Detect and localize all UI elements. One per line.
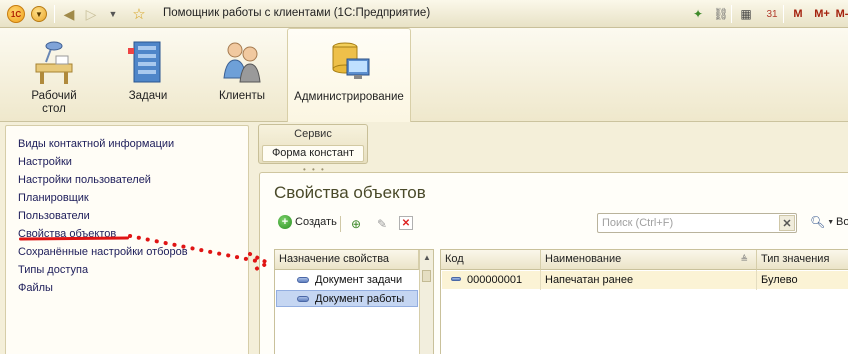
dropdown-arrow-icon: ▼ <box>108 9 118 19</box>
scroll-thumb[interactable] <box>422 270 431 282</box>
section-desktop[interactable]: Рабочий стол <box>14 28 94 122</box>
create-button[interactable]: + Создать <box>278 215 337 229</box>
section-administration[interactable]: Администрирование <box>287 28 411 122</box>
close-icon: ✕ <box>401 217 411 229</box>
chevron-down-icon: ▼ <box>827 218 835 226</box>
administration-icon <box>332 42 370 79</box>
nav-item-access-types[interactable]: Типы доступа <box>18 264 88 276</box>
calendar-icon: 31 <box>766 8 778 20</box>
section-label: Клиенты <box>218 90 266 102</box>
property-group-icon <box>297 277 309 283</box>
link-icon: ⛓ <box>713 7 729 21</box>
sections-panel: Рабочий стол Задачи Клиенты Администриро… <box>0 28 848 122</box>
scrollbar[interactable]: ▲ <box>419 250 433 354</box>
more-actions-button[interactable]: Во <box>836 216 848 228</box>
section-label: Задачи <box>128 90 168 102</box>
calculator-button[interactable]: ▦ <box>736 4 756 24</box>
toolbar-separator <box>340 216 341 232</box>
nav-item-settings[interactable]: Настройки <box>18 156 72 168</box>
property-assignment-table[interactable]: Назначение свойства ▲ Документ задачи До… <box>274 249 434 354</box>
section-label: Рабочий стол <box>31 90 77 115</box>
window-title: Помощник работы с клиентами (1С:Предприя… <box>163 7 431 19</box>
nav-item-contact-info-kinds[interactable]: Виды контактной информации <box>18 138 174 150</box>
clients-icon <box>223 42 261 83</box>
create-button-label: Создать <box>295 216 337 228</box>
search-placeholder: Поиск (Ctrl+F) <box>602 217 674 229</box>
column-header-code[interactable]: Код <box>441 250 541 270</box>
section-label: Администрирование <box>294 91 404 103</box>
app-logo-1c[interactable]: 1С <box>4 4 28 24</box>
element-icon <box>451 277 461 281</box>
section-clients[interactable]: Клиенты <box>200 28 284 122</box>
nav-item-users[interactable]: Пользователи <box>18 210 90 222</box>
nav-item-scheduler[interactable]: Планировщик <box>18 192 89 204</box>
plus-icon: + <box>278 215 292 229</box>
memory-button[interactable]: M <box>790 4 806 24</box>
star-icon: ☆ <box>132 6 146 23</box>
open-forms-panel: Сервис Форма констант <box>258 124 368 164</box>
memory-minus-button[interactable]: M- <box>836 4 848 24</box>
back-button[interactable]: ◀ <box>60 4 78 24</box>
memory-plus-button[interactable]: M+ <box>812 4 832 24</box>
properties-table[interactable]: Код Наименование ≜ Тип значения 00000000… <box>440 249 848 354</box>
open-forms-header: Сервис <box>294 128 332 140</box>
pencil-icon: ✎ <box>376 217 388 231</box>
desktop-icon <box>35 41 73 84</box>
cell-value-type: Булево <box>761 274 798 286</box>
copy-button[interactable]: ⊕ <box>348 216 364 232</box>
open-form-tab-constants[interactable]: Форма констант <box>262 145 364 162</box>
toolbar-separator <box>54 5 55 23</box>
links-button[interactable]: ⛓ <box>711 4 731 24</box>
cell-code: 000000001 <box>467 274 523 286</box>
forward-button[interactable]: ▷ <box>82 4 100 24</box>
row-label: Документ работы <box>315 293 405 305</box>
main-menu-button[interactable]: ▼ <box>30 4 48 24</box>
column-header-name[interactable]: Наименование ≜ <box>541 250 757 270</box>
history-menu-button[interactable]: ▼ <box>106 4 120 24</box>
section-tasks[interactable]: Задачи <box>108 28 188 122</box>
form-toolbar: + Создать ⊕ ✎ ✕ Поиск (Ctrl+F) ✕ 🔍︎ ▼ Во <box>274 213 848 235</box>
arrow-right-icon: ▷ <box>85 5 97 22</box>
star-add-icon: ✦ <box>692 7 704 21</box>
title-bar: 1С ▼ ◀ ▷ ▼ ☆ Помощник работы с клиентами… <box>0 0 848 28</box>
arrow-left-icon: ◀ <box>63 5 75 22</box>
edit-button[interactable]: ✎ <box>374 216 390 232</box>
copy-add-icon: ⊕ <box>350 217 362 231</box>
column-header-value-type[interactable]: Тип значения <box>757 250 848 270</box>
close-icon: ✕ <box>782 217 792 230</box>
scroll-up-icon[interactable]: ▲ <box>423 253 431 262</box>
column-header-assignment[interactable]: Назначение свойства <box>275 250 419 270</box>
navigation-panel: Виды контактной информации Настройки Нас… <box>5 125 249 354</box>
cell-name: Напечатан ранее <box>545 274 634 286</box>
toolbar-separator <box>731 5 732 23</box>
search-button[interactable]: 🔍︎ ▼ <box>810 215 834 229</box>
search-clear-button[interactable]: ✕ <box>779 215 795 231</box>
favorites-button[interactable]: ☆ <box>130 4 148 24</box>
add-favorite-button[interactable]: ✦ <box>688 4 708 24</box>
nav-item-saved-filter-settings[interactable]: Сохранённые настройки отборов <box>18 246 188 258</box>
delete-button[interactable]: ✕ <box>399 216 413 230</box>
calendar-button[interactable]: 31 <box>762 4 782 24</box>
logo-1c-icon: 1С <box>7 5 25 23</box>
nav-item-files[interactable]: Файлы <box>18 282 53 294</box>
property-group-icon <box>297 296 309 302</box>
row-label: Документ задачи <box>315 274 403 286</box>
object-properties-form: Свойства объектов + Создать ⊕ ✎ ✕ Поиск … <box>259 172 848 354</box>
calculator-icon: ▦ <box>740 7 752 21</box>
nav-item-user-settings[interactable]: Настройки пользователей <box>18 174 151 186</box>
magnifier-icon: 🔍︎ <box>810 215 826 229</box>
chevron-down-icon: ▼ <box>31 6 47 22</box>
column-divider <box>540 270 541 290</box>
sort-ascending-icon: ≜ <box>740 254 748 264</box>
tasks-icon <box>128 41 161 83</box>
page-title: Свойства объектов <box>274 183 426 202</box>
search-input[interactable]: Поиск (Ctrl+F) ✕ <box>597 213 797 233</box>
column-divider <box>756 270 757 290</box>
column-header-label: Наименование <box>545 253 622 265</box>
toolbar-separator <box>783 5 784 23</box>
